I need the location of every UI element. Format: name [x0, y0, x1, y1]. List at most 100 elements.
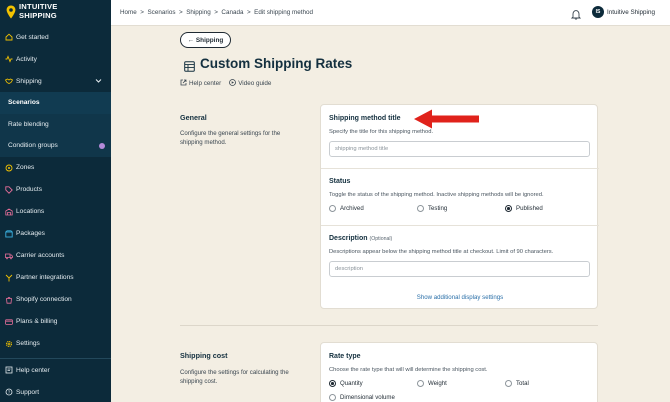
sidebar-item-rate-blending[interactable]: Rate blending — [0, 114, 111, 136]
radio-circle — [417, 380, 424, 387]
general-section-desc: Configure the general settings for the s… — [180, 130, 281, 146]
radio-circle-selected — [505, 205, 512, 212]
shipping-cost-section-desc: Configure the settings for calculating t… — [180, 369, 289, 385]
sidebar-item-shipping[interactable]: Shipping — [0, 70, 111, 92]
status-label: Status — [329, 178, 351, 185]
sidebar-item-label: Locations — [16, 208, 45, 215]
play-circle-icon — [229, 79, 237, 88]
rate-type-radio-group: Quantity Weight Total — [329, 380, 590, 390]
rate-type-help: Choose the rate type that will will dete… — [329, 367, 488, 373]
top-bar: Home > Scenarios > Shipping > Canada > E… — [111, 0, 670, 26]
sidebar-item-plans-billing[interactable]: Plans & billing — [0, 311, 111, 333]
breadcrumb-shipping[interactable]: Shipping — [186, 9, 211, 16]
sidebar-item-help-center[interactable]: Help center — [0, 359, 111, 381]
tag-icon — [5, 185, 13, 194]
status-archived-radio[interactable]: Archived — [329, 205, 364, 212]
sidebar-item-label: Get started — [16, 33, 49, 41]
rate-quantity-radio[interactable]: Quantity — [329, 380, 363, 387]
rate-total-radio[interactable]: Total — [505, 380, 529, 387]
sidebar-item-scenarios[interactable]: Scenarios — [0, 92, 111, 114]
status-published-radio[interactable]: Published — [505, 205, 543, 212]
status-radio-group: Archived Testing Published — [329, 205, 590, 215]
breadcrumb-separator: > — [245, 9, 253, 16]
description-input[interactable]: description — [329, 261, 590, 277]
sidebar-item-label: Rate blending — [8, 120, 49, 128]
external-link-icon — [180, 79, 187, 88]
sidebar-item-label: Help center — [16, 366, 50, 374]
breadcrumb-current: Edit shipping method — [254, 9, 313, 16]
sidebar-subnav: Scenarios Rate blending Condition groups — [0, 92, 111, 157]
sidebar-item-zones[interactable]: Zones — [0, 157, 111, 179]
sidebar-item-label: Products — [16, 186, 43, 193]
breadcrumb-scenarios[interactable]: Scenarios — [147, 9, 175, 16]
sidebar-item-packages[interactable]: Packages — [0, 223, 111, 245]
method-title-label: Shipping method title — [329, 115, 401, 122]
sidebar-item-partner-integrations[interactable]: Partner integrations — [0, 267, 111, 289]
status-help: Toggle the status of the shipping method… — [329, 192, 544, 198]
page-title: Custom Shipping Rates — [200, 56, 353, 71]
radio-circle — [505, 380, 512, 387]
sidebar-item-label: Shopify connection — [16, 296, 72, 303]
description-label-text: Description — [329, 235, 368, 242]
optional-tag: (Optional) — [369, 236, 393, 242]
radio-circle — [417, 205, 424, 212]
sidebar-item-support[interactable]: ? Support — [0, 381, 111, 402]
truck-icon — [5, 252, 13, 260]
method-title-input[interactable]: shipping method title — [329, 141, 590, 157]
breadcrumb-separator: > — [177, 9, 185, 16]
sidebar-item-label: Zones — [16, 164, 35, 171]
info-badge — [99, 143, 105, 149]
sidebar-item-products[interactable]: Products — [0, 179, 111, 201]
home-icon — [5, 33, 13, 41]
video-guide-label: Video guide — [238, 80, 272, 87]
sidebar-item-get-started[interactable]: Get started — [0, 26, 111, 48]
show-additional-settings-link[interactable]: Show additional display settings — [321, 294, 599, 301]
sidebar-item-label: Shipping — [16, 77, 42, 85]
breadcrumb-separator: > — [212, 9, 220, 16]
notification-bell-icon[interactable] — [570, 7, 582, 25]
package-icon — [5, 229, 13, 238]
help-center-label: Help center — [189, 80, 222, 87]
description-label: Description (Optional) — [329, 235, 392, 242]
integration-icon — [5, 274, 13, 282]
breadcrumb-canada[interactable]: Canada — [221, 9, 243, 16]
table-icon — [184, 59, 195, 77]
back-button[interactable]: ← Shipping — [180, 32, 231, 48]
warehouse-icon — [5, 208, 13, 216]
sidebar-item-activity[interactable]: Activity — [0, 48, 111, 70]
sidebar-item-label: Packages — [16, 230, 45, 237]
logo-pin-icon — [6, 5, 16, 19]
breadcrumb-home[interactable]: Home — [120, 9, 137, 16]
general-section-title: General — [180, 113, 207, 122]
video-guide-link[interactable]: Video guide — [229, 79, 271, 88]
radio-circle — [329, 205, 336, 212]
sidebar-item-condition-groups[interactable]: Condition groups — [0, 135, 111, 157]
rate-type-radio-group-2: Dimensional volume — [329, 394, 590, 402]
avatar[interactable]: IS — [592, 6, 604, 18]
radio-label: Total — [516, 380, 529, 387]
sidebar-item-label: Settings — [16, 340, 40, 347]
rate-type-block: Rate type Choose the rate type that will… — [321, 343, 599, 402]
help-links: Help center Video guide — [180, 79, 271, 88]
radio-label: Dimensional volume — [340, 394, 395, 401]
user-name[interactable]: Intuitive Shipping — [607, 9, 655, 16]
rate-dimensional-volume-radio[interactable]: Dimensional volume — [329, 394, 395, 401]
logo[interactable]: INTUITIVE SHIPPING — [6, 2, 58, 20]
rate-weight-radio[interactable]: Weight — [417, 380, 447, 387]
sidebar-item-locations[interactable]: Locations — [0, 201, 111, 223]
rate-type-label: Rate type — [329, 353, 361, 360]
rate-type-card: Rate type Choose the rate type that will… — [320, 342, 598, 402]
sidebar-item-settings[interactable]: Settings — [0, 333, 111, 355]
radio-circle-selected — [329, 380, 336, 387]
sidebar-item-label: Scenarios — [8, 99, 40, 107]
sidebar-item-label: Support — [16, 388, 40, 396]
annotation-arrow-icon — [412, 108, 482, 135]
sidebar-item-carrier-accounts[interactable]: Carrier accounts — [0, 245, 111, 267]
sidebar-item-shopify-connection[interactable]: Shopify connection — [0, 289, 111, 311]
status-testing-radio[interactable]: Testing — [417, 205, 447, 212]
description-help: Descriptions appear below the shipping m… — [329, 249, 554, 255]
help-center-link[interactable]: Help center — [180, 79, 221, 88]
radio-label: Published — [516, 205, 543, 212]
chevron-down-icon[interactable] — [95, 77, 102, 86]
radio-label: Weight — [428, 380, 447, 387]
